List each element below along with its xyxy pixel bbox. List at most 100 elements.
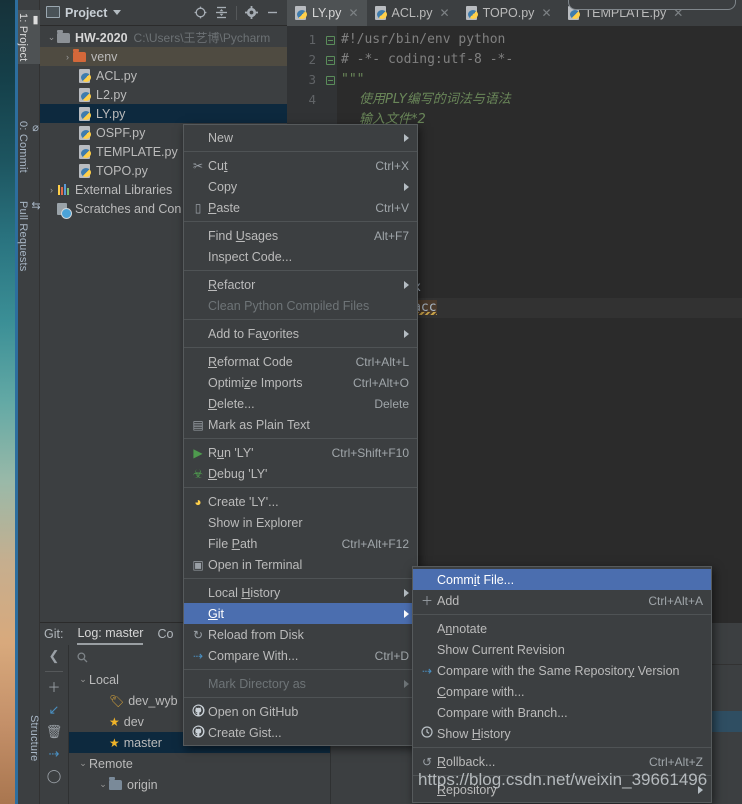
menu-item-commit-file[interactable]: Commit File...: [413, 569, 711, 590]
menu-item-refactor[interactable]: Refactor: [184, 274, 417, 295]
menu-item-reload-from-disk[interactable]: ↻ Reload from Disk: [184, 624, 417, 645]
chevron-expanded-icon[interactable]: ⌄: [97, 779, 109, 790]
add-branch-icon[interactable]: ＋: [47, 681, 60, 694]
menu-item-add[interactable]: ＋ Add Ctrl+Alt+A: [413, 590, 711, 611]
chevron-expanded-icon[interactable]: ⌄: [46, 32, 57, 43]
tab-acl-py[interactable]: ACL.py ✕: [367, 0, 458, 26]
menu-item-add-to-favorites[interactable]: Add to Favorites: [184, 323, 417, 344]
menu-label: Paste: [208, 201, 357, 215]
menu-item-create-config[interactable]: ◕ Create 'LY'...: [184, 491, 417, 512]
project-root-path: C:\Users\王艺博\Pycharm: [134, 29, 271, 46]
python-file-icon: [78, 107, 92, 121]
menu-label: Optimize Imports: [208, 376, 335, 390]
menu-item-inspect-code[interactable]: Inspect Code...: [184, 246, 417, 267]
checkout-icon[interactable]: ↙: [49, 703, 60, 716]
menu-item-copy[interactable]: Copy: [184, 176, 417, 197]
refresh-icon[interactable]: ◯: [47, 769, 62, 782]
tab-ly-py[interactable]: LY.py ✕: [287, 0, 367, 26]
menu-item-optimize-imports[interactable]: Optimize Imports Ctrl+Alt+O: [184, 372, 417, 393]
submenu-arrow-icon: [404, 680, 409, 688]
menu-item-reformat-code[interactable]: Reformat Code Ctrl+Alt+L: [184, 351, 417, 372]
settings-gear-icon[interactable]: [245, 6, 258, 19]
git-tab-console[interactable]: Co: [157, 627, 173, 641]
chevron-expanded-icon[interactable]: ⌄: [77, 674, 89, 685]
compare-icon: ⇢: [417, 664, 437, 678]
chevron-right-icon[interactable]: ›: [62, 52, 73, 62]
compare-branch-icon[interactable]: ⇢: [49, 747, 60, 760]
menu-item-compare-with[interactable]: Compare with...: [413, 681, 711, 702]
menu-item-show-history[interactable]: Show History: [413, 723, 711, 744]
menu-item-git[interactable]: Git: [184, 603, 417, 624]
menu-item-rollback[interactable]: ↺ Rollback... Ctrl+Alt+Z: [413, 751, 711, 772]
rail-item-project[interactable]: ▮ 1: Project: [18, 10, 40, 64]
menu-item-mark-as-plain-text[interactable]: ▤ Mark as Plain Text: [184, 414, 417, 435]
menu-item-compare-same-repo-version[interactable]: ⇢ Compare with the Same Repository Versi…: [413, 660, 711, 681]
chevron-right-icon[interactable]: ›: [46, 185, 57, 195]
tree-node-ly[interactable]: LY.py: [40, 104, 287, 123]
menu-label: Annotate: [437, 622, 703, 636]
fold-marker[interactable]: [323, 30, 337, 50]
menu-item-show-current-revision[interactable]: Show Current Revision: [413, 639, 711, 660]
hide-panel-icon[interactable]: [266, 6, 279, 19]
menu-separator: [184, 487, 417, 488]
tree-label-l2: L2.py: [96, 88, 127, 102]
menu-item-find-usages[interactable]: Find Usages Alt+F7: [184, 225, 417, 246]
git-side-toolbar: ❮ ＋ ↙ 🗑 ⇢ ◯: [40, 645, 68, 804]
menu-item-delete[interactable]: Delete... Delete: [184, 393, 417, 414]
tree-node-hw-2020[interactable]: ⌄ HW-2020 C:\Users\王艺博\Pycharm: [40, 28, 287, 47]
branch-group-label: Local: [89, 673, 119, 687]
menu-item-compare-with[interactable]: ⇢ Compare With... Ctrl+D: [184, 645, 417, 666]
branch-group-remote[interactable]: ⌄ Remote: [69, 753, 330, 774]
menu-label: Compare With...: [208, 649, 357, 663]
file-context-menu[interactable]: New ✂ Cut Ctrl+X Copy ▯ Paste Ctrl+V Fin…: [183, 124, 418, 746]
rail-item-structure[interactable]: Structure: [18, 712, 40, 764]
close-icon[interactable]: ✕: [541, 6, 551, 20]
close-icon[interactable]: ✕: [348, 6, 358, 20]
rail-item-commit[interactable]: ⌀ 0: Commit: [18, 118, 40, 176]
menu-label: Run 'LY': [208, 446, 314, 460]
menu-item-show-in-explorer[interactable]: Show in Explorer: [184, 512, 417, 533]
menu-label: Compare with Branch...: [437, 706, 703, 720]
tree-node-acl[interactable]: ACL.py: [40, 66, 287, 85]
menu-label: Create 'LY'...: [208, 495, 409, 509]
menu-item-open-on-github[interactable]: Open on GitHub: [184, 701, 417, 722]
chevron-down-icon[interactable]: [113, 10, 121, 15]
menu-item-compare-with-branch[interactable]: Compare with Branch...: [413, 702, 711, 723]
collapse-all-icon[interactable]: [215, 6, 228, 19]
locate-icon[interactable]: [194, 6, 207, 19]
python-file-icon: [78, 126, 92, 140]
pull-request-icon: ⇵: [29, 201, 40, 271]
menu-item-debug[interactable]: ☣ Debug 'LY': [184, 463, 417, 484]
branch-origin[interactable]: ⌄ origin: [69, 774, 330, 795]
fold-marker[interactable]: [323, 50, 337, 70]
menu-separator: [184, 151, 417, 152]
menu-item-cut[interactable]: ✂ Cut Ctrl+X: [184, 155, 417, 176]
desktop-wallpaper: [0, 0, 18, 804]
chevron-expanded-icon[interactable]: ⌄: [77, 758, 89, 769]
git-submenu[interactable]: Commit File... ＋ Add Ctrl+Alt+A Annotate…: [412, 566, 712, 803]
git-tab-log[interactable]: Log: master: [77, 626, 143, 643]
menu-item-file-path[interactable]: File Path Ctrl+Alt+F12: [184, 533, 417, 554]
back-icon[interactable]: ❮: [49, 649, 60, 662]
rail-item-pull-requests[interactable]: ⇵ Pull Requests: [18, 198, 40, 274]
tree-node-l2[interactable]: L2.py: [40, 85, 287, 104]
tab-label-acl: ACL.py: [392, 6, 433, 20]
menu-label: Rollback...: [437, 755, 631, 769]
delete-branch-icon[interactable]: 🗑: [46, 725, 63, 738]
menu-item-run[interactable]: ▶ Run 'LY' Ctrl+Shift+F10: [184, 442, 417, 463]
menu-item-create-gist[interactable]: Create Gist...: [184, 722, 417, 743]
close-icon[interactable]: ✕: [440, 6, 450, 20]
tree-node-venv[interactable]: › venv: [40, 47, 287, 66]
fold-marker[interactable]: [323, 70, 337, 90]
python-file-icon: [78, 164, 92, 178]
menu-item-open-in-terminal[interactable]: ▣ Open in Terminal: [184, 554, 417, 575]
plain-text-icon: ▤: [188, 418, 208, 432]
menu-item-paste[interactable]: ▯ Paste Ctrl+V: [184, 197, 417, 218]
menu-label: Create Gist...: [208, 726, 409, 740]
tab-topo-py[interactable]: TOPO.py ✕: [458, 0, 560, 26]
menu-item-local-history[interactable]: Local History: [184, 582, 417, 603]
tree-label-topo: TOPO.py: [96, 164, 148, 178]
menu-item-new[interactable]: New: [184, 127, 417, 148]
menu-shortcut: Ctrl+Alt+O: [353, 376, 409, 390]
menu-item-annotate[interactable]: Annotate: [413, 618, 711, 639]
